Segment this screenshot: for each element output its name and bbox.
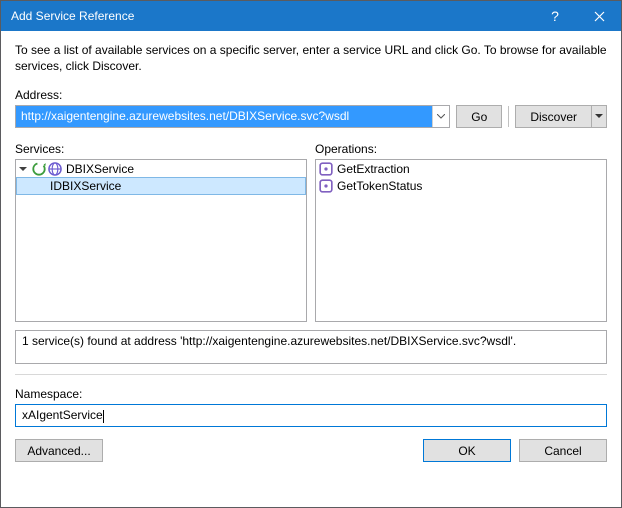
discover-button[interactable]: Discover [515,105,591,128]
divider [15,374,607,375]
status-text: 1 service(s) found at address 'http://xa… [15,330,607,364]
discover-split-button: Discover [515,105,607,128]
service-contract-item[interactable]: IDBIXService [16,177,306,195]
separator [508,106,509,127]
refresh-icon [31,161,47,177]
globe-icon [47,161,63,177]
operations-label: Operations: [315,142,607,156]
advanced-button[interactable]: Advanced... [15,439,103,462]
namespace-value: xAIgentService [22,408,104,422]
cancel-button[interactable]: Cancel [519,439,607,462]
services-listbox[interactable]: DBIXService IDBIXService [15,159,307,322]
help-button[interactable]: ? [533,1,577,31]
method-icon [319,162,333,176]
operation-item[interactable]: GetExtraction [316,160,606,177]
window-title: Add Service Reference [11,9,533,23]
address-combo[interactable]: http://xaigentengine.azurewebsites.net/D… [15,105,450,128]
service-root-label: DBIXService [66,162,134,176]
operation-label: GetExtraction [337,162,410,176]
ok-button[interactable]: OK [423,439,511,462]
go-button[interactable]: Go [456,105,502,128]
services-label: Services: [15,142,307,156]
operation-label: GetTokenStatus [337,179,422,193]
titlebar: Add Service Reference ? [1,1,621,31]
expand-collapse-icon[interactable] [18,164,28,174]
service-root-item[interactable]: DBIXService [16,160,306,177]
namespace-input[interactable]: xAIgentService [15,404,607,427]
discover-dropdown-button[interactable] [591,105,607,128]
address-value[interactable]: http://xaigentengine.azurewebsites.net/D… [16,106,432,127]
operation-item[interactable]: GetTokenStatus [316,177,606,194]
address-label: Address: [15,88,607,102]
address-dropdown-icon[interactable] [432,106,449,127]
service-contract-label: IDBIXService [50,179,121,193]
method-icon [319,179,333,193]
description-text: To see a list of available services on a… [15,42,607,74]
namespace-label: Namespace: [15,387,607,401]
operations-listbox[interactable]: GetExtraction GetTokenStatus [315,159,607,322]
close-button[interactable] [577,1,621,31]
